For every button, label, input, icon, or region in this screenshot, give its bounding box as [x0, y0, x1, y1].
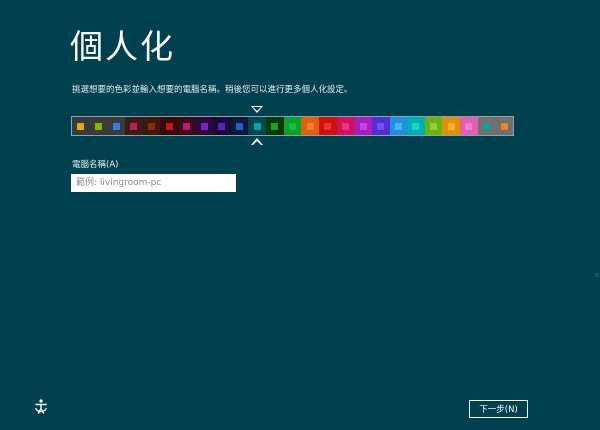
color-swatch-chip	[447, 122, 455, 130]
color-swatch[interactable]	[107, 117, 125, 135]
ease-of-access-icon[interactable]	[32, 398, 50, 416]
color-swatch[interactable]	[389, 117, 408, 135]
color-swatch[interactable]	[213, 117, 231, 135]
color-swatch[interactable]	[477, 117, 496, 135]
color-swatch-chip	[130, 122, 138, 130]
slider-down-arrow-inner	[253, 107, 261, 111]
color-swatch-chip	[500, 122, 508, 130]
computer-name-label: 電腦名稱(A)	[72, 160, 119, 170]
color-swatch-chip	[183, 122, 191, 130]
next-button[interactable]: 下一步(N)	[469, 400, 528, 418]
color-swatch-chip	[483, 122, 491, 130]
color-swatch[interactable]	[407, 117, 425, 135]
color-swatch-chip	[200, 122, 208, 130]
color-swatch[interactable]	[301, 117, 319, 135]
side-scroll-marker	[595, 273, 599, 277]
color-swatch-chip	[271, 122, 279, 130]
color-swatch-chip	[465, 122, 473, 130]
color-swatch[interactable]	[371, 117, 390, 135]
color-swatch-chip	[253, 122, 261, 130]
color-swatch-chip	[218, 122, 226, 130]
color-swatch[interactable]	[354, 117, 372, 135]
color-swatch-chip	[324, 122, 332, 130]
color-swatch[interactable]	[460, 117, 478, 135]
color-swatch-chip	[394, 122, 402, 130]
color-swatch-chip	[341, 122, 349, 130]
color-swatch-chip	[412, 122, 420, 130]
color-swatch-chip	[94, 122, 102, 130]
instructions-text: 挑選想要的色彩並輸入想要的電腦名稱。稍後您可以進行更多個人化設定。	[72, 85, 353, 95]
color-swatch[interactable]	[195, 117, 214, 135]
slider-up-arrow-inner	[253, 141, 261, 145]
color-swatch[interactable]	[424, 117, 443, 135]
color-swatch-chip	[359, 122, 367, 130]
color-swatch-chip	[289, 122, 296, 130]
color-swatch[interactable]	[283, 117, 302, 135]
computer-name-input[interactable]	[71, 174, 236, 192]
color-swatch-chip	[377, 122, 385, 130]
color-swatch-chip	[112, 122, 120, 130]
color-swatch[interactable]	[72, 117, 90, 135]
color-swatch-chip	[306, 122, 314, 130]
color-swatch-chip	[77, 122, 85, 130]
color-swatch-chip	[430, 122, 438, 130]
color-swatch[interactable]	[318, 117, 337, 135]
color-swatch[interactable]	[160, 117, 178, 135]
color-swatch[interactable]	[177, 117, 196, 135]
color-swatch[interactable]	[230, 117, 249, 135]
color-swatch[interactable]	[248, 117, 267, 135]
color-swatch-chip	[165, 122, 173, 130]
color-swatch[interactable]	[336, 117, 355, 135]
color-swatch[interactable]	[266, 117, 284, 135]
color-swatch[interactable]	[142, 117, 161, 135]
color-swatch[interactable]	[442, 117, 461, 135]
page-title: 個人化	[70, 27, 175, 66]
color-swatch[interactable]	[89, 117, 108, 135]
color-swatch-chip	[236, 122, 244, 130]
color-swatch-chip	[147, 122, 155, 130]
color-palette-slider[interactable]	[71, 116, 514, 136]
color-swatch[interactable]	[124, 117, 143, 135]
color-swatch[interactable]	[495, 117, 514, 135]
